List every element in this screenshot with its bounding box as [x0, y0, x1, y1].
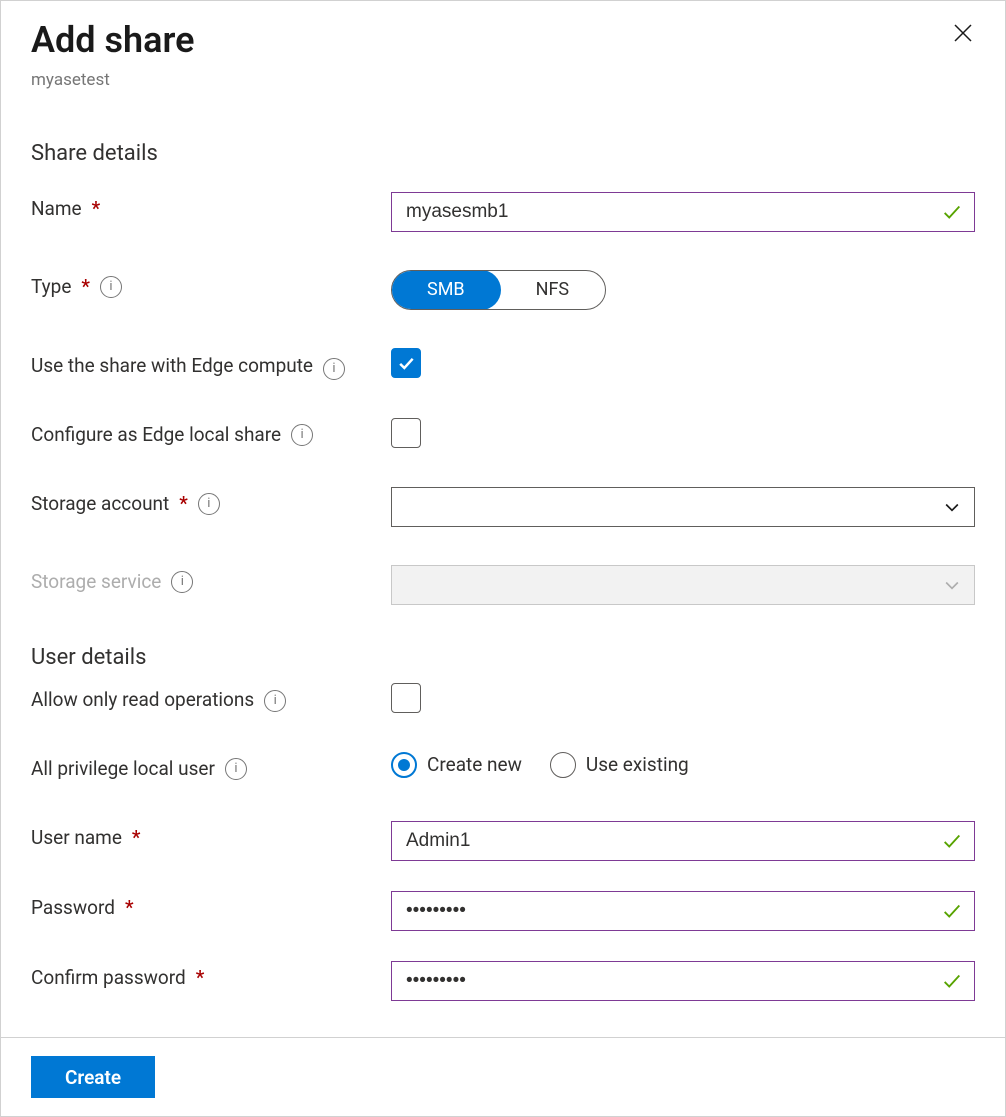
confirm-password-input[interactable]	[391, 961, 975, 1001]
required-indicator: *	[92, 196, 101, 223]
info-icon[interactable]: i	[100, 276, 122, 298]
required-indicator: *	[81, 274, 90, 301]
page-title: Add share	[31, 15, 194, 65]
name-label: Name	[31, 196, 82, 223]
radio-dot-icon	[391, 752, 417, 778]
panel-footer: Create	[1, 1037, 1005, 1116]
required-indicator: *	[132, 825, 141, 852]
type-option-smb[interactable]: SMB	[391, 270, 501, 310]
priv-user-radio-group: Create new Use existing	[391, 752, 689, 779]
info-icon[interactable]: i	[171, 571, 193, 593]
info-icon[interactable]: i	[225, 758, 247, 780]
valid-check-icon	[941, 970, 963, 992]
password-label: Password	[31, 895, 115, 922]
chevron-down-icon	[942, 497, 962, 517]
name-input[interactable]	[391, 192, 975, 232]
storage-account-label: Storage account	[31, 491, 169, 518]
close-icon	[951, 21, 975, 45]
radio-create-new[interactable]: Create new	[391, 752, 522, 779]
valid-check-icon	[941, 830, 963, 852]
radio-use-existing-label: Use existing	[586, 752, 689, 779]
panel-body: Add share myasetest Share details Name *	[1, 1, 1005, 1037]
close-button[interactable]	[951, 21, 975, 45]
required-indicator: *	[125, 895, 134, 922]
panel-header: Add share myasetest	[31, 15, 975, 139]
required-indicator: *	[196, 965, 205, 992]
info-icon[interactable]: i	[323, 358, 345, 380]
share-details-heading: Share details	[31, 139, 975, 170]
valid-check-icon	[941, 201, 963, 223]
type-segmented-control: SMB NFS	[391, 270, 606, 310]
valid-check-icon	[941, 900, 963, 922]
storage-account-dropdown[interactable]	[391, 487, 975, 527]
user-name-label: User name	[31, 825, 122, 852]
required-indicator: *	[179, 491, 188, 518]
edge-local-checkbox[interactable]	[391, 418, 421, 448]
chevron-down-icon	[942, 575, 962, 595]
priv-user-label: All privilege local user	[31, 756, 215, 783]
info-icon[interactable]: i	[291, 424, 313, 446]
radio-create-new-label: Create new	[427, 752, 522, 779]
checkmark-icon	[396, 353, 416, 373]
storage-service-label: Storage service	[31, 569, 161, 596]
storage-service-dropdown	[391, 565, 975, 605]
password-input[interactable]	[391, 891, 975, 931]
page-subtitle: myasetest	[31, 69, 194, 93]
read-only-label: Allow only read operations	[31, 687, 254, 714]
radio-dot-icon	[550, 752, 576, 778]
info-icon[interactable]: i	[198, 493, 220, 515]
create-button[interactable]: Create	[31, 1056, 155, 1098]
radio-use-existing[interactable]: Use existing	[550, 752, 689, 779]
add-share-panel: Add share myasetest Share details Name *	[0, 0, 1006, 1117]
type-option-nfs[interactable]: NFS	[500, 271, 605, 309]
edge-local-label: Configure as Edge local share	[31, 422, 281, 449]
user-name-input[interactable]	[391, 821, 975, 861]
read-only-checkbox[interactable]	[391, 683, 421, 713]
edge-compute-checkbox[interactable]	[391, 348, 421, 378]
info-icon[interactable]: i	[264, 690, 286, 712]
confirm-password-label: Confirm password	[31, 965, 186, 992]
type-label: Type	[31, 274, 71, 301]
edge-compute-label: Use the share with Edge compute	[31, 353, 313, 380]
user-details-heading: User details	[31, 643, 975, 674]
name-field-wrapper	[391, 192, 975, 232]
